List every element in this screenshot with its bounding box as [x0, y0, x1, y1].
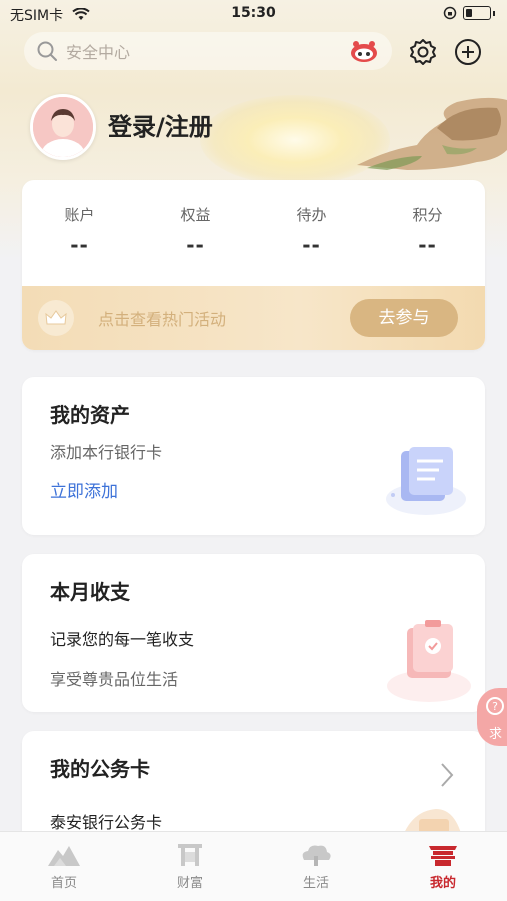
- business-card-title: 我的公务卡: [50, 757, 150, 781]
- avatar[interactable]: [30, 94, 96, 160]
- svg-text:?: ?: [492, 700, 498, 713]
- search-icon: [37, 41, 57, 61]
- chevron-right-icon[interactable]: [439, 761, 455, 789]
- tab-label: 首页: [50, 876, 77, 891]
- help-question-icon: ?: [486, 697, 504, 715]
- floating-help-button[interactable]: ? 求: [477, 688, 507, 746]
- document-illustration-icon: [386, 447, 466, 515]
- assets-subtitle: 添加本行银行卡: [50, 443, 163, 462]
- user-avatar-icon: [33, 97, 93, 157]
- bottom-tab-bar: 首页 财富 生活 我的: [0, 831, 507, 901]
- search-placeholder: 安全中心: [66, 43, 131, 62]
- promo-text: 点击查看热门活动: [98, 310, 227, 329]
- tab-life[interactable]: 生活: [266, 842, 366, 891]
- tab-label: 我的: [429, 876, 456, 891]
- my-assets-card[interactable]: 我的资产 添加本行银行卡 立即添加: [22, 377, 485, 535]
- system-icons: [443, 6, 495, 20]
- stat-value: --: [302, 233, 321, 257]
- crown-badge: [38, 300, 74, 336]
- mascot-icon[interactable]: [350, 39, 378, 63]
- settings-icon[interactable]: [408, 37, 438, 67]
- stat-label: 账户: [64, 206, 95, 224]
- business-card-subtitle: 泰安银行公务卡: [50, 813, 163, 832]
- floating-help-label: 求: [489, 727, 503, 742]
- stat-value: --: [418, 233, 437, 257]
- stat-label: 权益: [180, 206, 211, 224]
- tab-wealth[interactable]: 财富: [140, 842, 240, 891]
- clipboard-illustration-icon: [387, 620, 471, 702]
- promo-banner[interactable]: 点击查看热门活动 去参与: [22, 286, 485, 350]
- crown-icon: [45, 310, 67, 325]
- income-line1: 记录您的每一笔收支: [50, 630, 195, 649]
- rotation-lock-icon: [443, 6, 457, 20]
- account-overview-card: 账户 -- 权益 -- 待办 -- 积分 -- 点击查看热门活动 去参与: [22, 180, 485, 350]
- wealth-icon: [178, 844, 202, 866]
- home-icon: [48, 846, 80, 866]
- search-bar[interactable]: 安全中心: [24, 32, 392, 70]
- stat-label: 待办: [296, 206, 327, 224]
- tab-label: 财富: [176, 876, 203, 891]
- rock-landscape-illustration: [357, 97, 507, 170]
- stat-account[interactable]: 账户 --: [22, 204, 137, 257]
- stat-benefits[interactable]: 权益 --: [138, 204, 253, 257]
- assets-title: 我的资产: [50, 403, 130, 427]
- battery-nub: [493, 10, 495, 16]
- stat-value: --: [70, 233, 89, 257]
- tab-label: 生活: [302, 876, 329, 891]
- life-icon: [302, 845, 331, 866]
- tab-home[interactable]: 首页: [14, 842, 114, 891]
- mine-icon: [429, 846, 457, 866]
- add-icon[interactable]: [453, 37, 483, 67]
- login-register-link[interactable]: 登录/注册: [108, 107, 213, 142]
- status-bar: 无SIM卡 15:30: [0, 0, 507, 28]
- income-line2: 享受尊贵品位生活: [50, 670, 179, 689]
- stat-points[interactable]: 积分 --: [370, 204, 485, 257]
- battery-icon: [463, 6, 491, 20]
- income-title: 本月收支: [50, 580, 130, 604]
- stat-todo[interactable]: 待办 --: [254, 204, 369, 257]
- stat-label: 积分: [412, 206, 443, 224]
- add-card-link[interactable]: 立即添加: [50, 477, 118, 502]
- stat-value: --: [186, 233, 205, 257]
- tab-mine[interactable]: 我的: [393, 842, 493, 891]
- monthly-income-card[interactable]: 本月收支 记录您的每一笔收支 享受尊贵品位生活: [22, 554, 485, 712]
- clock: 15:30: [231, 5, 276, 21]
- join-button[interactable]: 去参与: [350, 299, 458, 337]
